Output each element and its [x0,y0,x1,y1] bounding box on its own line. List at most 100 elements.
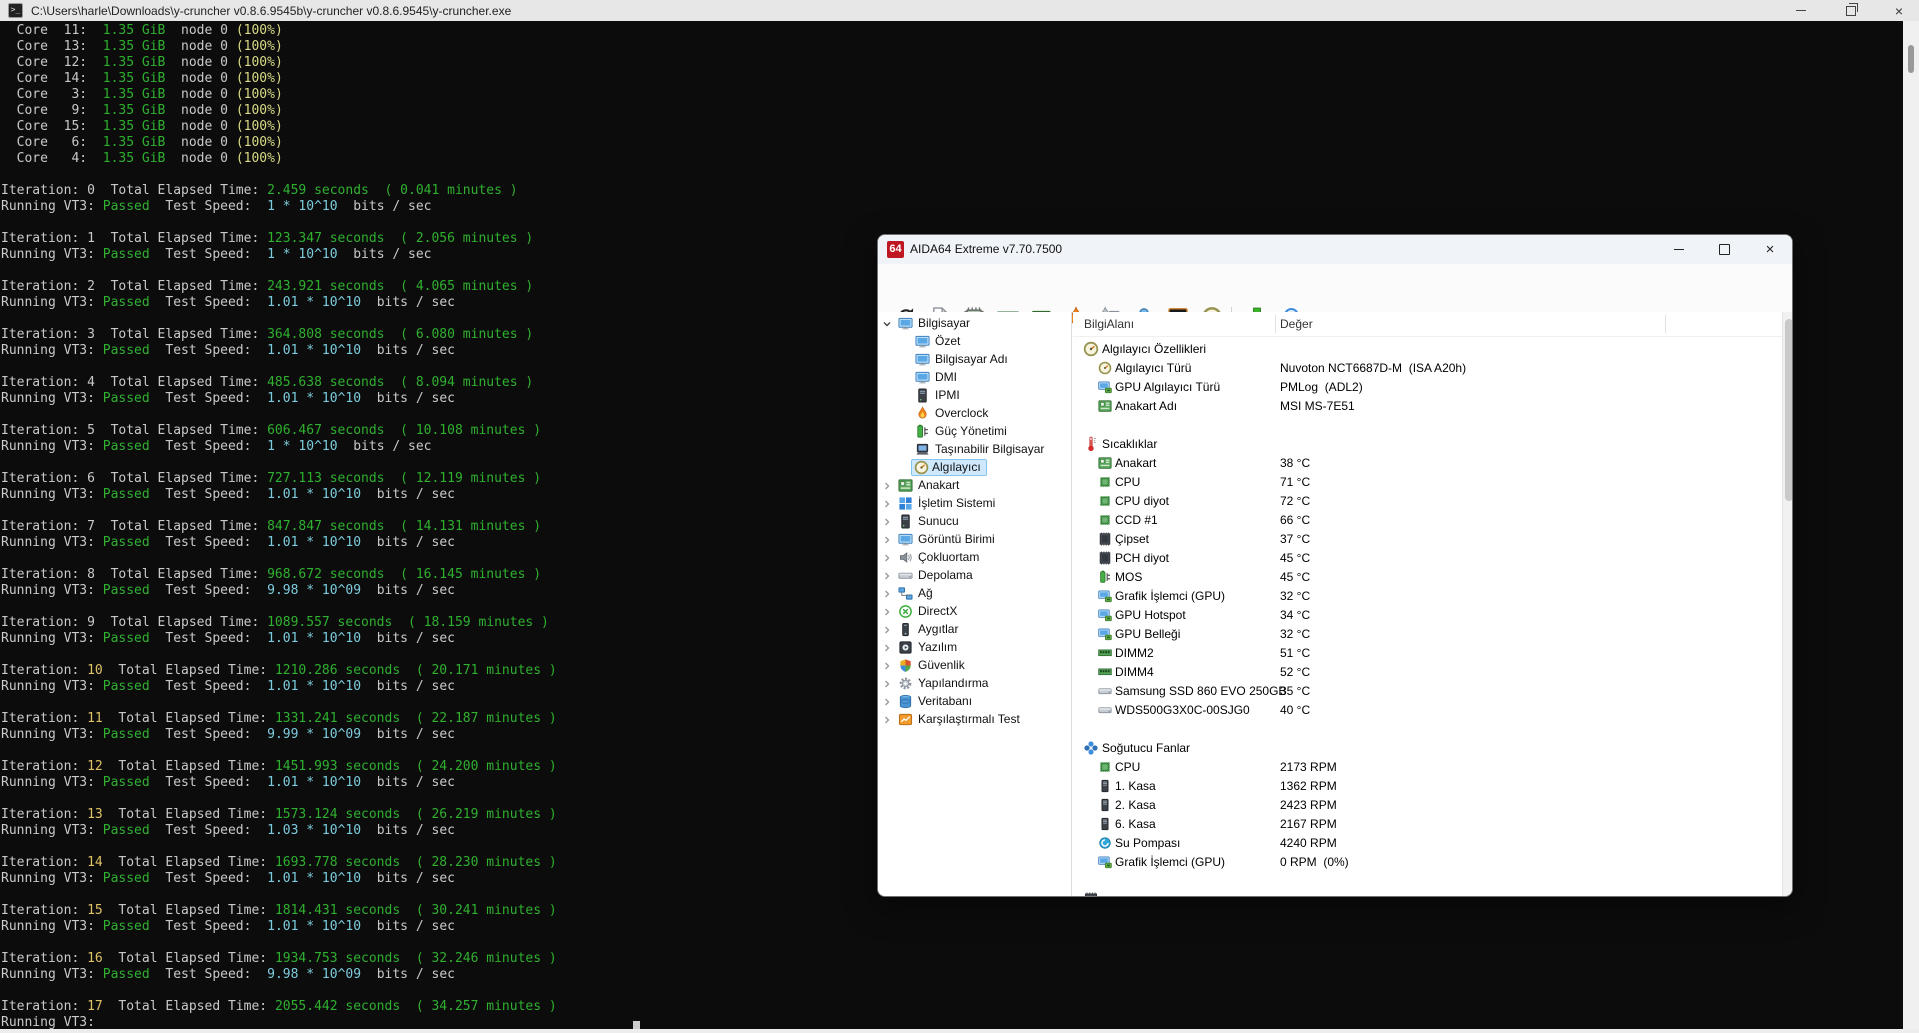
chevron-right-icon[interactable] [881,695,893,707]
sensor-row[interactable]: WDS500G3X0C-00SJG0 40 °C [1073,701,1782,720]
pump-icon [1098,836,1112,850]
sensor-row[interactable]: Algılayıcı Türü Nuvoton NCT6687D-M (ISA A… [1073,359,1782,378]
tree-item-sunucu[interactable]: Sunucu [878,512,1072,530]
tree-item-directx[interactable]: DirectX [878,602,1072,620]
sensor-row[interactable]: CPU diyot 72 °C [1073,492,1782,511]
tree-item-ayg-tlar[interactable]: Aygıtlar [878,620,1072,638]
tree-item-veritaban-[interactable]: Veritabanı [878,692,1072,710]
chevron-right-icon[interactable] [881,569,893,581]
column-divider[interactable] [1275,315,1276,333]
tree-item-overclock[interactable]: Overclock [878,404,1072,422]
console-line: Core 15: 1.35 GiB node 0 (100%) [1,119,283,134]
chevron-right-icon[interactable] [881,533,893,545]
sensor-row[interactable]: GPU Hotspot 34 °C [1073,606,1782,625]
tree-item-anakart[interactable]: Anakart [878,476,1072,494]
chevron-right-icon[interactable] [881,497,893,509]
chevron-right-icon[interactable] [881,659,893,671]
sensor-label: CPU [1115,760,1141,774]
sensor-row[interactable]: DIMM4 52 °C [1073,663,1782,682]
sensor-row[interactable]: CCD #1 66 °C [1073,511,1782,530]
tree-item-label: DMI [935,370,957,384]
sensor-label: Anakart [1115,456,1157,470]
chevron-right-icon[interactable] [881,479,893,491]
column-header-info[interactable]: BilgiAlanı [1084,312,1134,336]
sensor-row[interactable]: 2. Kasa 2423 RPM [1073,796,1782,815]
tree-item-g-venlik[interactable]: Güvenlik [878,656,1072,674]
tree-item-yap-land-rma[interactable]: Yapılandırma [878,674,1072,692]
console-vertical-scrollbar[interactable] [1903,21,1919,1029]
content-scrollbar-thumb[interactable] [1785,319,1792,501]
sensor-row[interactable]: MOS 45 °C [1073,568,1782,587]
tree-item-a-[interactable]: Ağ [878,584,1072,602]
chevron-right-icon[interactable] [881,551,893,563]
sensor-row[interactable]: DIMM2 51 °C [1073,644,1782,663]
console-restore-button[interactable] [1829,0,1873,21]
sensor-group-row[interactable]: Sıcaklıklar [1073,435,1782,454]
sensor-row[interactable]: CPU 2173 RPM [1073,758,1782,777]
sensor-row[interactable]: 1. Kasa 1362 RPM [1073,777,1782,796]
column-header-value[interactable]: Değer [1280,312,1313,336]
aida64-maximize-button[interactable] [1702,235,1746,264]
sensor-row[interactable]: PCH diyot 45 °C [1073,549,1782,568]
tree-item-depolama[interactable]: Depolama [878,566,1072,584]
sensor-row[interactable]: Çipset 37 °C [1073,530,1782,549]
console-minimize-button[interactable] [1779,0,1823,21]
tree-item-alg-lay-c-[interactable]: Algılayıcı [878,458,1072,476]
tree-item--zet[interactable]: Özet [878,332,1072,350]
sensor-row[interactable]: Anakart Adı MSI MS-7E51 [1073,397,1782,416]
chevron-down-icon[interactable] [881,317,893,329]
sensor-row[interactable]: Anakart 38 °C [1073,454,1782,473]
chevron-right-icon[interactable] [881,605,893,617]
tree-item-yaz-l-m[interactable]: Yazılım [878,638,1072,656]
navigation-tree: Bilgisayar Özet Bilgisayar Adı DMI IPMI Overc… [878,312,1072,896]
aida64-minimize-button[interactable] [1657,235,1701,264]
tree-item-kar-la-t-rmal-test[interactable]: Karşılaştırmalı Test [878,710,1072,728]
cpu-icon [1098,475,1112,489]
sensor-row[interactable]: Grafik İşlemci (GPU) 32 °C [1073,587,1782,606]
console-close-button[interactable]: × [1879,0,1919,21]
tree-item-ta-nabilir-bilgisayar[interactable]: Taşınabilir Bilgisayar [878,440,1072,458]
chevron-right-icon[interactable] [881,623,893,635]
tree-item-i-letim-sistemi[interactable]: İşletim Sistemi [878,494,1072,512]
sensor-row[interactable]: GPU Algılayıcı Türü PMLog (ADL2) [1073,378,1782,397]
column-divider[interactable] [1665,315,1666,333]
sensor-row[interactable]: Su Pompası 4240 RPM [1073,834,1782,853]
tree-item-dmi[interactable]: DMI [878,368,1072,386]
sensor-group-row[interactable]: Soğutucu Fanlar [1073,739,1782,758]
monitor-icon [898,532,913,547]
sensor-group-row[interactable]: Algılayıcı Özellikleri [1073,340,1782,359]
chevron-right-icon[interactable] [881,587,893,599]
tree-item-bilgisayar[interactable]: Bilgisayar [878,314,1072,332]
fan-icon [1083,740,1099,756]
gear-icon [898,676,913,691]
console-horizontal-scrollbar[interactable] [0,1029,1919,1033]
console-line: Iteration: 12 Total Elapsed Time: 1451.9… [1,759,557,774]
content-vertical-scrollbar[interactable] [1782,312,1792,896]
tree-item-g-r-nt-birimi[interactable]: Görüntü Birimi [878,530,1072,548]
sensor-row[interactable]: 6. Kasa 2167 RPM [1073,815,1782,834]
sensor-row[interactable]: CPU 71 °C [1073,473,1782,492]
console-title: C:\Users\harle\Downloads\y-cruncher v0.8… [31,3,512,18]
tree-item-g-y-netimi[interactable]: Güç Yönetimi [878,422,1072,440]
chevron-right-icon[interactable] [881,641,893,653]
sensor-row[interactable]: GPU Belleği 32 °C [1073,625,1782,644]
console-line: Core 12: 1.35 GiB node 0 (100%) [1,55,283,70]
console-line: Iteration: 7 Total Elapsed Time: 847.847… [1,519,542,534]
sensor-value: 45 °C [1280,570,1311,584]
tree-item--okluortam[interactable]: Çokluortam [878,548,1072,566]
sensor-row[interactable]: Grafik İşlemci (GPU) 0 RPM (0%) [1073,853,1782,872]
tree-item-bilgisayar-ad-[interactable]: Bilgisayar Adı [878,350,1072,368]
sensor-label: GPU Hotspot [1115,608,1186,622]
chevron-right-icon[interactable] [881,677,893,689]
chevron-right-icon[interactable] [881,515,893,527]
sensor-row[interactable]: Samsung SSD 860 EVO 250GB 35 °C [1073,682,1782,701]
chevron-right-icon[interactable] [881,713,893,725]
sensor-group-row[interactable] [1073,891,1782,896]
console-line: Iteration: 17 Total Elapsed Time: 2055.4… [1,999,557,1014]
tree-item-ipmi[interactable]: IPMI [878,386,1072,404]
benchmark-icon [898,712,913,727]
aida64-close-button[interactable]: × [1747,235,1792,264]
console-scrollbar-thumb[interactable] [1908,45,1914,73]
